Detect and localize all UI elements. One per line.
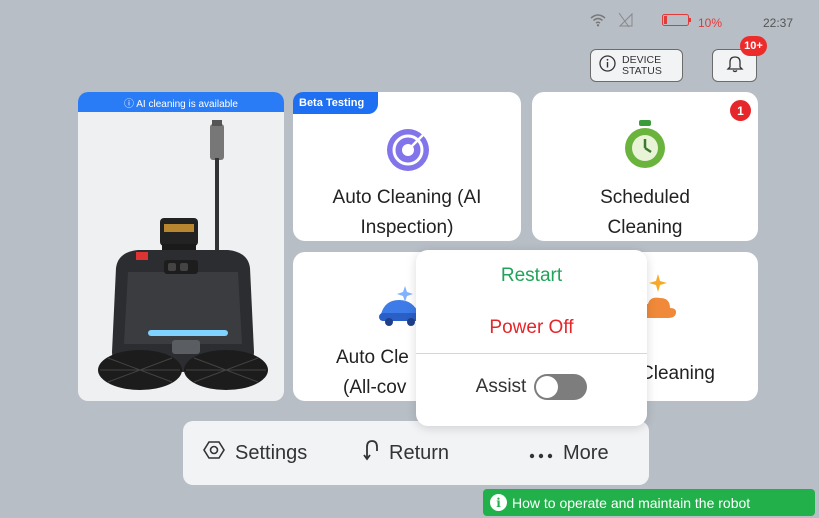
auto-cleaning-ai-title-line2: Inspection) <box>360 217 454 238</box>
return-button[interactable]: Return <box>363 421 449 485</box>
more-button[interactable]: More <box>529 421 609 485</box>
info-icon: i <box>490 494 507 511</box>
power-off-option[interactable]: Power Off <box>416 317 647 339</box>
scheduled-cleaning-title-line2: Cleaning <box>607 217 683 238</box>
scheduled-cleaning-badge: 1 <box>730 100 751 121</box>
ai-cleaning-banner: ⓘ AI cleaning is available <box>78 92 284 112</box>
scheduled-cleaning-card[interactable]: Scheduled Cleaning <box>532 92 758 241</box>
help-link-label: How to operate and maintain the robot <box>512 494 751 511</box>
stopwatch-icon <box>622 118 668 175</box>
battery-low-icon <box>662 12 692 28</box>
assist-toggle[interactable] <box>534 374 588 400</box>
more-popup-menu: Restart Power Off Assist <box>416 250 647 426</box>
more-label: More <box>563 441 609 464</box>
clock: 22:37 <box>763 16 794 30</box>
bottom-bar: Settings Return More <box>183 421 649 485</box>
return-label: Return <box>389 441 450 464</box>
popup-divider <box>416 353 647 354</box>
more-icon <box>529 442 553 465</box>
status-bar: 10% 22:37 <box>0 0 819 40</box>
settings-label: Settings <box>235 441 308 464</box>
return-icon <box>363 439 379 467</box>
auto-cleaning-ai-title-line1: Auto Cleaning (AI <box>332 187 482 208</box>
battery-percent: 10% <box>698 16 723 30</box>
device-status-label: DEVICE STATUS <box>622 53 672 77</box>
bell-icon <box>725 54 744 78</box>
help-link[interactable]: i How to operate and maintain the robot <box>483 489 815 516</box>
assist-row: Assist <box>416 374 647 400</box>
assist-label: Assist <box>475 376 527 397</box>
robot-image <box>98 120 268 390</box>
signal-icon <box>618 12 634 28</box>
robot-card: ⓘ AI cleaning is available <box>78 92 284 401</box>
scheduled-cleaning-title-line1: Scheduled <box>600 187 690 208</box>
device-status-button[interactable]: DEVICE STATUS <box>590 49 683 82</box>
settings-icon <box>203 439 225 467</box>
notification-count-badge: 10+ <box>740 36 767 56</box>
beta-testing-tag: Beta Testing <box>293 92 378 114</box>
assist-toggle-knob <box>536 376 559 398</box>
auto-cleaning-ai-card[interactable]: Auto Cleaning (AI Inspection) <box>293 92 521 241</box>
info-icon <box>599 54 616 77</box>
target-icon <box>385 127 431 178</box>
device-status-line2: STATUS <box>622 64 662 77</box>
cleaning-card-title: Cleaning <box>640 363 715 384</box>
restart-option[interactable]: Restart <box>416 265 647 287</box>
settings-button[interactable]: Settings <box>203 421 307 485</box>
wifi-icon <box>590 12 606 28</box>
device-status-line1: DEVICE <box>622 53 662 66</box>
